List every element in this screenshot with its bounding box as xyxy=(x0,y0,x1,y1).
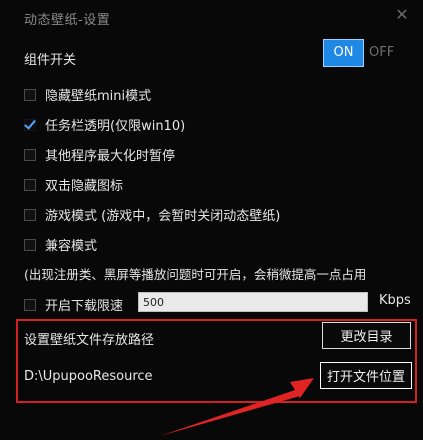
download-limit-label: 开启下载限速 xyxy=(45,299,124,314)
toggle-off-button[interactable]: OFF xyxy=(369,39,394,67)
option-game-mode[interactable]: 游戏模式 (游戏中，会暂时关闭动态壁纸) xyxy=(24,205,280,224)
option-compat-mode[interactable]: 兼容模式 xyxy=(24,235,97,254)
open-file-location-button[interactable]: 打开文件位置 xyxy=(320,362,412,389)
window-title: 动态壁纸-设置 xyxy=(24,13,111,28)
option-checkbox-checked[interactable] xyxy=(24,118,36,131)
settings-window: 动态壁纸-设置 ✕ 组件开关 ON OFF 隐藏壁纸mini模式 任务栏透明(仅… xyxy=(0,0,423,440)
option-label: 兼容模式 xyxy=(45,239,98,254)
option-checkbox[interactable] xyxy=(24,88,36,101)
option-label: 游戏模式 (游戏中，会暂时关闭动态壁纸) xyxy=(45,209,281,224)
download-limit-row[interactable]: 开启下载限速 xyxy=(24,295,123,314)
compat-note: (出现注册类、黑屏等播放问题时可开启，会稍微提高一点占用 xyxy=(24,267,367,282)
option-checkbox[interactable] xyxy=(24,178,36,191)
storage-path-value: D:\UpupooResource xyxy=(24,369,153,384)
option-hide-mini-mode[interactable]: 隐藏壁纸mini模式 xyxy=(24,85,151,104)
close-icon[interactable]: ✕ xyxy=(393,6,411,24)
download-limit-checkbox[interactable] xyxy=(24,298,36,311)
option-label: 其他程序最大化时暂停 xyxy=(45,149,176,164)
option-label: 隐藏壁纸mini模式 xyxy=(45,89,152,104)
widget-switch-label: 组件开关 xyxy=(24,53,77,68)
storage-path-label: 设置壁纸文件存放路径 xyxy=(24,333,155,348)
option-taskbar-transparent[interactable]: 任务栏透明(仅限win10) xyxy=(24,115,185,134)
speed-limit-input[interactable] xyxy=(138,292,368,312)
option-double-click-hide-icons[interactable]: 双击隐藏图标 xyxy=(24,175,123,194)
speed-unit-label: Kbps xyxy=(379,293,411,308)
option-label: 任务栏透明(仅限win10) xyxy=(45,119,186,134)
option-checkbox[interactable] xyxy=(24,148,36,161)
toggle-on-button[interactable]: ON xyxy=(323,39,364,67)
option-pause-on-maximize[interactable]: 其他程序最大化时暂停 xyxy=(24,145,175,164)
change-directory-button[interactable]: 更改目录 xyxy=(322,322,411,349)
option-checkbox[interactable] xyxy=(24,238,36,251)
option-checkbox[interactable] xyxy=(24,208,36,221)
option-label: 双击隐藏图标 xyxy=(45,179,124,194)
